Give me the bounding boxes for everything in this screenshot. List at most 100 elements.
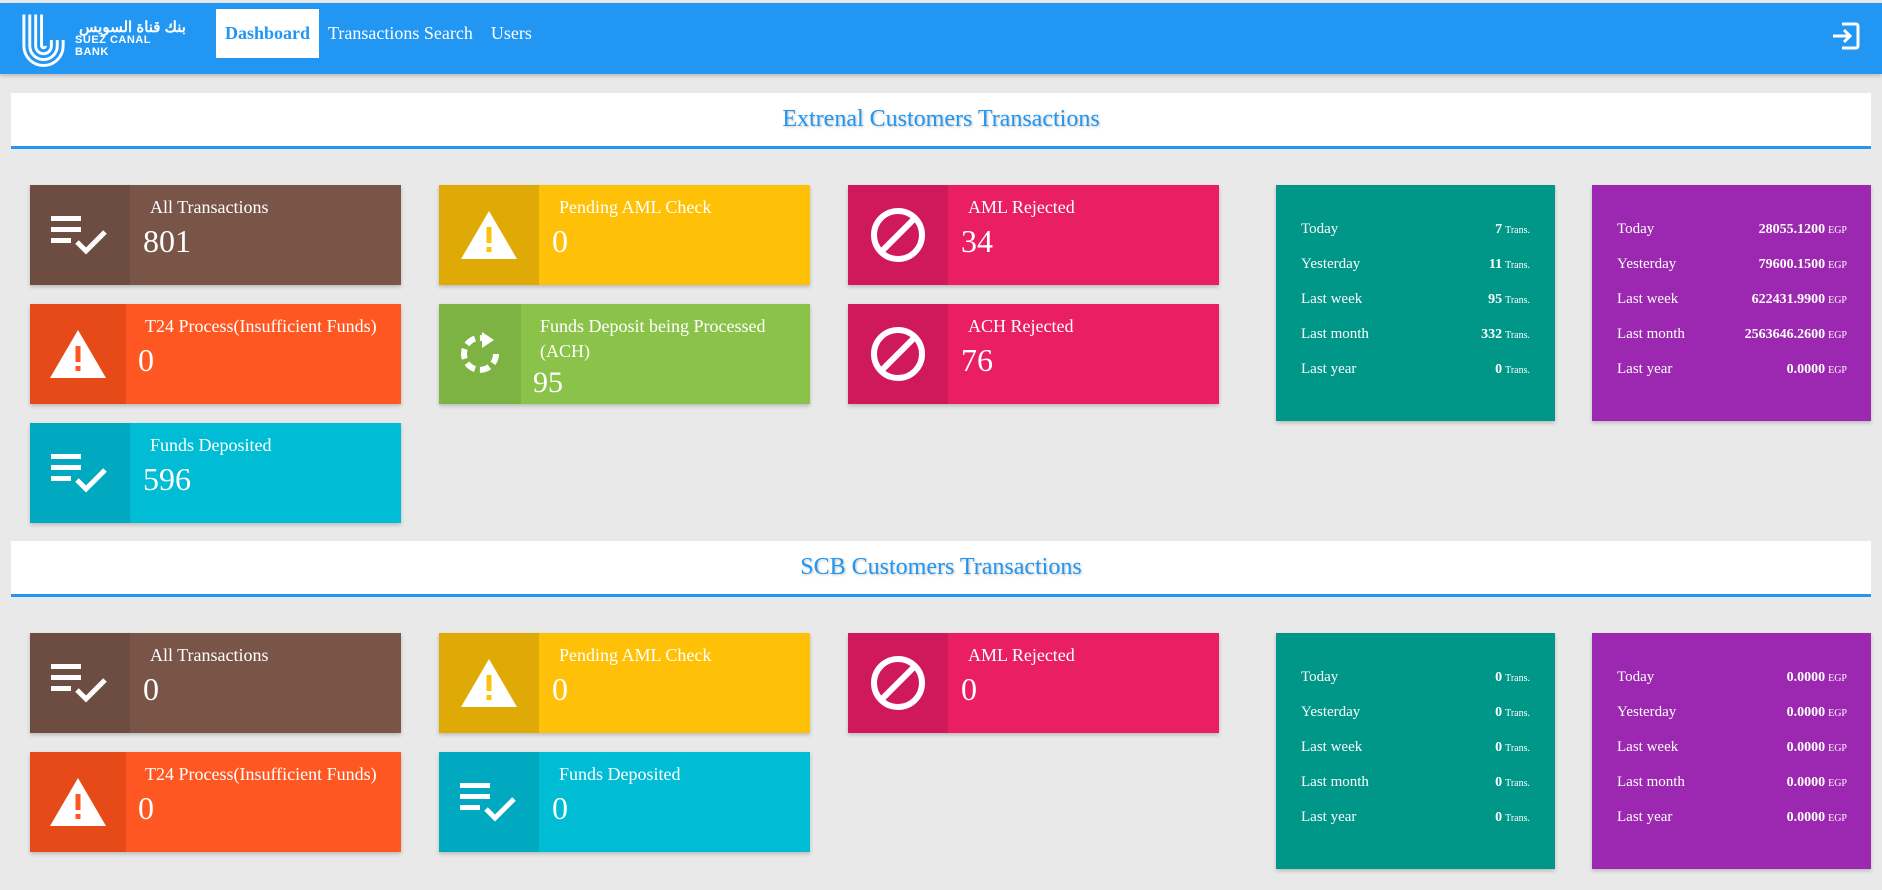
stat-period: Yesterday xyxy=(1617,256,1677,272)
stat-value: 0 xyxy=(1495,705,1503,720)
stat-unit: EGP xyxy=(1828,330,1847,341)
tile-label: Funds Deposited xyxy=(150,435,272,455)
tile-scb-pending-aml[interactable]: Pending AML Check 0 xyxy=(439,633,810,733)
block-icon xyxy=(848,185,948,285)
tile-value: 596 xyxy=(143,461,191,497)
stat-row: Last month 0 Trans. xyxy=(1301,774,1530,809)
stat-unit: Trans. xyxy=(1505,260,1530,271)
nav-transactions-search[interactable]: Transactions Search xyxy=(319,9,482,58)
stat-period: Last year xyxy=(1301,361,1357,377)
stat-unit: Trans. xyxy=(1505,673,1530,684)
stat-row: Yesterday 0 Trans. xyxy=(1301,704,1530,739)
tile-pending-aml[interactable]: Pending AML Check 0 xyxy=(439,185,810,285)
refresh-icon xyxy=(439,304,521,404)
tile-scb-aml-rejected[interactable]: AML Rejected 0 xyxy=(848,633,1219,733)
stat-row: Last week 622431.9900 EGP xyxy=(1617,291,1847,326)
stat-row: Last year 0.0000 EGP xyxy=(1617,361,1847,396)
scb-count-stats: Today 0 Trans. Yesterday 0 Trans. Last week 0… xyxy=(1276,633,1555,869)
warning-icon xyxy=(439,633,539,733)
stat-row: Last week 95 Trans. xyxy=(1301,291,1530,326)
tile-label: ACH Rejected xyxy=(968,316,1074,336)
stat-unit: EGP xyxy=(1828,743,1847,754)
tile-label: Funds Deposit being Processed (ACH) xyxy=(540,316,766,361)
stat-unit: EGP xyxy=(1828,673,1847,684)
stat-value: 0 xyxy=(1495,775,1503,790)
tile-funds-deposited[interactable]: Funds Deposited 596 xyxy=(30,423,401,523)
brand-english: SUEZ CANAL BANK xyxy=(75,34,151,58)
tile-label: T24 Process(Insufficient Funds) xyxy=(145,316,377,336)
checklist-icon xyxy=(439,752,539,852)
stat-period: Last week xyxy=(1301,739,1363,755)
stat-row: Yesterday 11 Trans. xyxy=(1301,256,1530,291)
tile-label: All Transactions xyxy=(150,197,269,217)
warning-icon xyxy=(439,185,539,285)
stat-unit: EGP xyxy=(1828,778,1847,789)
tile-scb-all-transactions[interactable]: All Transactions 0 xyxy=(30,633,401,733)
tile-scb-funds-deposited[interactable]: Funds Deposited 0 xyxy=(439,752,810,852)
stat-unit: Trans. xyxy=(1505,743,1530,754)
warning-icon xyxy=(30,752,126,852)
stat-value: 0 xyxy=(1495,810,1503,825)
stat-period: Last year xyxy=(1301,809,1357,825)
checklist-icon xyxy=(30,185,130,285)
stat-value: 0.0000 xyxy=(1786,705,1826,720)
tile-scb-t24-process[interactable]: T24 Process(Insufficient Funds) 0 xyxy=(30,752,401,852)
stat-period: Last month xyxy=(1617,774,1685,790)
stat-row: Today 28055.1200 EGP xyxy=(1617,221,1847,256)
stat-value: 2563646.2600 xyxy=(1744,327,1826,342)
stat-period: Last month xyxy=(1617,326,1685,342)
block-icon xyxy=(848,304,948,404)
nav-dashboard[interactable]: Dashboard xyxy=(216,9,320,58)
stat-period: Today xyxy=(1301,669,1339,685)
tile-label: AML Rejected xyxy=(968,645,1075,665)
stat-period: Yesterday xyxy=(1617,704,1677,720)
stat-value: 332 xyxy=(1481,327,1503,342)
stat-row: Last year 0 Trans. xyxy=(1301,809,1530,844)
stat-value: 0.0000 xyxy=(1786,362,1826,377)
tile-t24-process[interactable]: T24 Process(Insufficient Funds) 0 xyxy=(30,304,401,404)
stat-period: Last month xyxy=(1301,326,1369,342)
stat-value: 7 xyxy=(1495,222,1503,237)
nav-users[interactable]: Users xyxy=(482,9,541,58)
tile-all-transactions[interactable]: All Transactions 801 xyxy=(30,185,401,285)
stat-value: 622431.9900 xyxy=(1751,292,1826,307)
stat-period: Today xyxy=(1617,669,1655,685)
stat-period: Today xyxy=(1301,221,1339,237)
stat-unit: Trans. xyxy=(1505,708,1530,719)
stat-unit: EGP xyxy=(1828,813,1847,824)
stat-value: 0 xyxy=(1495,362,1503,377)
stat-period: Last week xyxy=(1617,739,1679,755)
stat-unit: Trans. xyxy=(1505,225,1530,236)
stat-row: Last year 0 Trans. xyxy=(1301,361,1530,396)
stat-row: Last month 2563646.2600 EGP xyxy=(1617,326,1847,361)
tile-value: 0 xyxy=(552,671,568,707)
stat-value: 0.0000 xyxy=(1786,740,1826,755)
tile-aml-rejected[interactable]: AML Rejected 34 xyxy=(848,185,1219,285)
brand-arabic: بنك قناة السويس xyxy=(79,18,186,36)
tile-value: 0 xyxy=(552,790,568,826)
tile-ach-rejected[interactable]: ACH Rejected 76 xyxy=(848,304,1219,404)
tile-label: Funds Deposited xyxy=(559,764,681,784)
tile-value: 0 xyxy=(552,223,568,259)
external-section-header: Extrenal Customers Transactions xyxy=(11,93,1871,149)
logout-icon[interactable] xyxy=(1830,20,1862,52)
bank-logo[interactable]: بنك قناة السويس SUEZ CANAL BANK xyxy=(18,9,186,69)
stat-row: Yesterday 79600.1500 EGP xyxy=(1617,256,1847,291)
stat-row: Last week 0 Trans. xyxy=(1301,739,1530,774)
stat-value: 0 xyxy=(1495,740,1503,755)
stat-value: 11 xyxy=(1488,257,1503,272)
tile-label: T24 Process(Insufficient Funds) xyxy=(145,764,377,784)
tile-funds-processing[interactable]: Funds Deposit being Processed (ACH) 95 xyxy=(439,304,810,404)
stat-value: 28055.1200 xyxy=(1758,222,1826,237)
warning-icon xyxy=(30,304,126,404)
stat-period: Yesterday xyxy=(1301,256,1361,272)
stat-row: Today 0.0000 EGP xyxy=(1617,669,1847,704)
stat-unit: EGP xyxy=(1828,260,1847,271)
stat-row: Today 7 Trans. xyxy=(1301,221,1530,256)
stat-unit: EGP xyxy=(1828,295,1847,306)
stat-row: Last year 0.0000 EGP xyxy=(1617,809,1847,844)
tile-value: 0 xyxy=(138,790,154,826)
stat-unit: Trans. xyxy=(1505,778,1530,789)
external-amount-stats: Today 28055.1200 EGP Yesterday 79600.1500 EG… xyxy=(1592,185,1871,421)
stat-value: 95 xyxy=(1488,292,1503,307)
